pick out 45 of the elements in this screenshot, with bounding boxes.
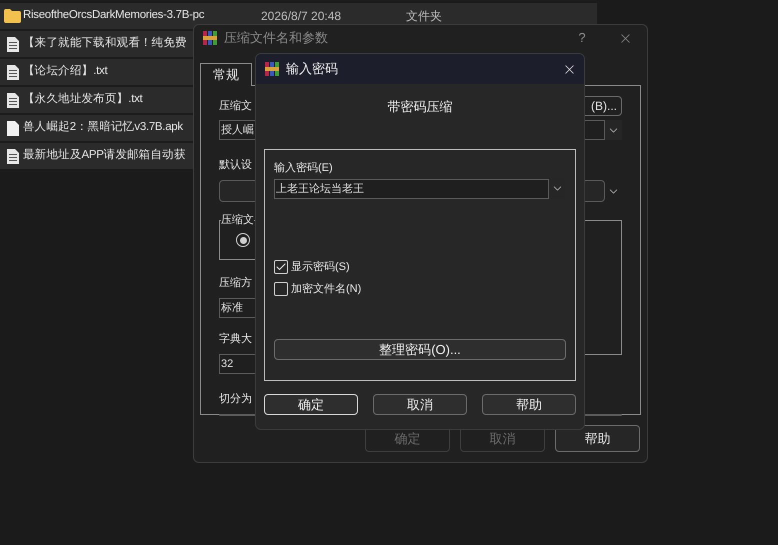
file-row[interactable]: 最新地址及APP请发邮箱自动获 xyxy=(0,143,193,169)
books-icon xyxy=(264,61,280,77)
help-button[interactable]: ? xyxy=(567,28,597,48)
field-label: 切分为 xyxy=(219,393,252,405)
books-icon xyxy=(202,30,218,46)
dialog-button[interactable]: 取消 xyxy=(373,394,467,414)
dropdown-button[interactable] xyxy=(605,120,622,140)
file-name: 【永久地址发布页】.txt xyxy=(23,91,142,108)
radio-button[interactable] xyxy=(236,233,250,247)
checkbox-label: 加密文件名(N) xyxy=(291,282,362,296)
checkbox-label: 显示密码(S) xyxy=(291,260,350,274)
window-title: 压缩文件名和参数 xyxy=(224,29,329,48)
field-label: 压缩方 xyxy=(219,277,252,289)
dialog-title: 输入密码 xyxy=(286,60,339,78)
dialog-heading: 带密码压缩 xyxy=(388,98,452,116)
file-row[interactable]: 兽人崛起2：黑暗记忆v3.7B.apk xyxy=(0,115,193,141)
text-file-icon xyxy=(6,36,18,52)
field-label: 输入密码(E) xyxy=(274,160,334,176)
field-label: 压缩文 xyxy=(219,98,252,114)
dialog-button[interactable]: 帮助 xyxy=(555,425,640,452)
text-file-icon xyxy=(6,92,18,108)
file-name: 兽人崛起2：黑暗记忆v3.7B.apk xyxy=(23,119,183,136)
file-type: 文件夹 xyxy=(406,8,442,25)
text-file-icon xyxy=(6,64,18,80)
dialog-button[interactable]: 帮助 xyxy=(482,394,576,414)
dialog-button[interactable]: 确定 xyxy=(264,394,358,414)
file-icon xyxy=(6,120,18,136)
checkbox[interactable] xyxy=(274,282,288,296)
check-icon xyxy=(275,260,287,272)
file-name: 【论坛介绍】.txt xyxy=(23,64,108,80)
file-name: 最新地址及APP请发邮箱自动获 xyxy=(23,147,186,164)
file-name: RiseoftheOrcsDarkMemories-3.7B-pc xyxy=(23,8,206,24)
file-row[interactable]: 【论坛介绍】.txt xyxy=(0,59,193,85)
field-label: 默认设 xyxy=(219,159,252,171)
password-field[interactable]: 上老王论坛当老王 xyxy=(274,178,549,198)
file-name: 【来了就能下载和观看！纯免费 xyxy=(23,36,187,52)
file-row[interactable]: 【来了就能下载和观看！纯免费 xyxy=(0,31,193,57)
file-date: 2026/8/7 20:48 xyxy=(261,8,342,25)
folder-icon xyxy=(4,9,21,23)
field-label: 字典大 xyxy=(219,333,252,345)
tab[interactable]: 常规 xyxy=(200,63,252,86)
organize-button[interactable]: 整理密码(O)... xyxy=(274,338,566,360)
checkbox[interactable] xyxy=(274,260,288,274)
text-file-icon xyxy=(6,148,18,164)
file-row[interactable]: 【永久地址发布页】.txt xyxy=(0,87,193,113)
